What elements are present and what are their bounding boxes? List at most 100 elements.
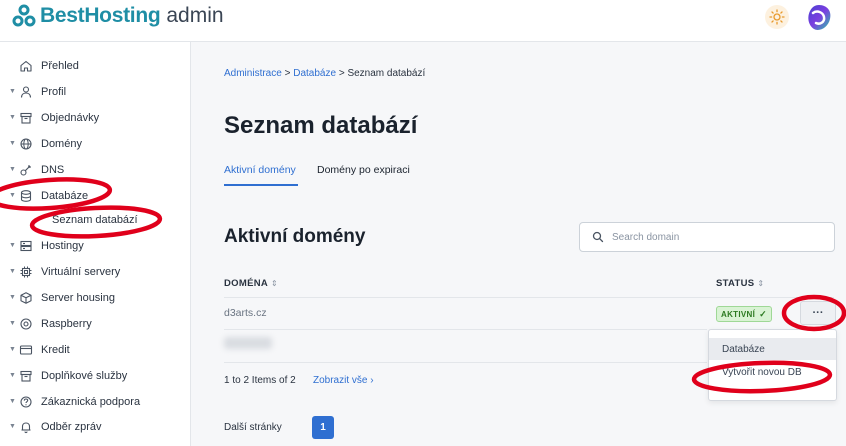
sidebar-item-dns[interactable]: ▼ DNS — [0, 160, 190, 180]
tab-aktivni-domeny[interactable]: Aktivní domény — [224, 164, 296, 176]
redacted-domain-cell — [224, 337, 272, 349]
brand-logo-icon — [12, 4, 36, 27]
brand-suffix: admin — [166, 4, 224, 27]
sidebar-item-label: Server housing — [41, 292, 115, 304]
row-actions-button[interactable]: ··· — [800, 301, 836, 325]
sidebar-item-odber-zprav[interactable]: ▼ Odběr zpráv — [0, 417, 190, 437]
sidebar-subitem-seznam-databazi[interactable]: Seznam databází — [52, 214, 138, 226]
breadcrumb-current: Seznam databází — [347, 68, 426, 79]
sidebar-item-virtualni-servery[interactable]: ▼ Virtuální servery — [0, 262, 190, 282]
table-divider — [224, 362, 707, 363]
row-actions-menu: Databáze Vytvořit novou DB — [708, 329, 837, 401]
sidebar-item-databaze[interactable]: ▼ Databáze — [0, 186, 190, 206]
menu-item-databaze[interactable]: Databáze — [709, 338, 836, 360]
help-icon — [20, 396, 32, 408]
cube-icon — [20, 292, 32, 304]
chevron-down-icon: ▼ — [9, 242, 16, 249]
page-title: Seznam databází — [224, 112, 418, 139]
status-badge: AKTIVNÍ ✓ — [716, 306, 772, 322]
breadcrumb-link-databaze[interactable]: Databáze — [293, 68, 336, 79]
user-avatar[interactable] — [804, 3, 834, 33]
chevron-down-icon: ▼ — [9, 372, 16, 379]
card-icon — [19, 345, 33, 355]
bell-icon — [21, 422, 31, 434]
sidebar-item-label: Kredit — [41, 344, 70, 356]
check-icon: ✓ — [759, 308, 767, 319]
sidebar-item-label: Domény — [41, 138, 82, 150]
server-icon — [20, 240, 32, 252]
sidebar-item-label: Objednávky — [41, 112, 100, 124]
sidebar-item-label: Zákaznická podpora — [41, 396, 141, 408]
chevron-down-icon: ▼ — [9, 166, 16, 173]
sidebar-item-doplnkove-sluzby[interactable]: ▼ Doplňkové služby — [0, 366, 190, 386]
search-icon — [592, 231, 604, 243]
show-all-link[interactable]: Zobrazit vše › — [313, 375, 374, 386]
chevron-down-icon: ▼ — [9, 140, 16, 147]
sidebar-item-kredit[interactable]: ▼ Kredit — [0, 340, 190, 360]
sidebar-item-label: Odběr zpráv — [41, 421, 102, 433]
active-tab-indicator — [224, 184, 298, 186]
chevron-down-icon: ▼ — [9, 114, 16, 121]
globe-icon — [20, 138, 32, 150]
logo[interactable]: BestHosting admin — [12, 4, 224, 28]
column-header-status[interactable]: STATUS ⇕ — [716, 278, 764, 289]
chevron-down-icon: ▼ — [9, 294, 16, 301]
page-button-current[interactable]: 1 — [312, 416, 334, 439]
chevron-down-icon: ▼ — [9, 423, 16, 430]
sidebar-item-hostingy[interactable]: ▼ Hostingy — [0, 236, 190, 256]
top-header: BestHosting admin — [0, 0, 846, 42]
sidebar-item-server-housing[interactable]: ▼ Server housing — [0, 288, 190, 308]
dns-icon — [20, 165, 31, 176]
sidebar-item-label: Přehled — [41, 60, 79, 72]
breadcrumb-separator: > — [338, 68, 345, 79]
main-content: Administrace > Databáze > Seznam databáz… — [191, 42, 846, 446]
pagination-info: 1 to 2 Items of 2 — [224, 375, 296, 386]
theme-toggle-button[interactable] — [765, 5, 789, 29]
sidebar-item-label: Doplňkové služby — [41, 370, 128, 382]
tab-domeny-po-expiraci[interactable]: Domény po expiraci — [317, 164, 410, 176]
target-icon — [20, 318, 32, 330]
sidebar-item-label: Virtuální servery — [41, 266, 121, 278]
database-icon — [20, 190, 32, 202]
sun-icon — [769, 9, 785, 25]
sort-icon: ⇕ — [271, 279, 279, 288]
sidebar-item-domeny[interactable]: ▼ Domény — [0, 134, 190, 154]
sidebar-item-label: Hostingy — [41, 240, 84, 252]
sidebar-item-label: Raspberry — [41, 318, 92, 330]
show-all-label: Zobrazit vše — [313, 375, 368, 386]
box-icon — [20, 370, 32, 382]
chevron-down-icon: ▼ — [9, 268, 16, 275]
sidebar: Přehled ▼ Profil ▼ Objednávky ▼ Domény ▼… — [0, 42, 191, 446]
table-divider — [224, 297, 834, 298]
domain-cell[interactable]: d3arts.cz — [224, 307, 267, 319]
box-icon — [20, 112, 32, 124]
sidebar-item-raspberry[interactable]: ▼ Raspberry — [0, 314, 190, 334]
sidebar-item-profil[interactable]: ▼ Profil — [0, 82, 190, 102]
sidebar-item-zakaznicka-podpora[interactable]: ▼ Zákaznická podpora — [0, 392, 190, 412]
section-title: Aktivní domény — [224, 226, 366, 247]
user-icon — [20, 86, 32, 98]
search-box[interactable] — [579, 222, 835, 252]
search-input[interactable] — [610, 227, 829, 247]
sidebar-item-label: Databáze — [41, 190, 89, 202]
chip-icon — [20, 266, 32, 278]
column-header-domena[interactable]: DOMÉNA ⇕ — [224, 278, 278, 289]
chevron-down-icon: ▼ — [9, 320, 16, 327]
sidebar-item-label: DNS — [41, 164, 65, 176]
sidebar-item-label: Profil — [41, 86, 67, 98]
table-divider — [224, 329, 707, 330]
column-header-label: DOMÉNA — [224, 278, 269, 289]
breadcrumb-link-administrace[interactable]: Administrace — [224, 68, 282, 79]
chevron-right-icon: › — [370, 375, 374, 386]
chevron-down-icon: ▼ — [9, 346, 16, 353]
chevron-down-icon: ▼ — [9, 398, 16, 405]
chevron-down-icon: ▼ — [9, 88, 16, 95]
menu-item-vytvorit-novou-db[interactable]: Vytvořit novou DB — [709, 361, 836, 383]
breadcrumb-separator: > — [284, 68, 291, 79]
brand-name: BestHosting — [40, 4, 161, 27]
sidebar-item-prehled[interactable]: Přehled — [0, 56, 190, 76]
sidebar-item-objednavky[interactable]: ▼ Objednávky — [0, 108, 190, 128]
status-badge-label: AKTIVNÍ — [721, 309, 756, 319]
breadcrumb: Administrace > Databáze > Seznam databáz… — [224, 68, 425, 79]
chevron-down-icon: ▼ — [9, 192, 16, 199]
